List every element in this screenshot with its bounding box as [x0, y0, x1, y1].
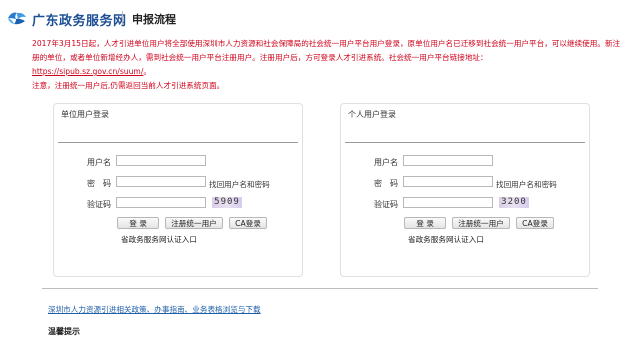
personal-login-panel: 个人用户登录 用户名 密 码 找回用户名和密码 验证码 3200 登 录 注册统… [340, 103, 590, 277]
unit-captcha-input[interactable] [116, 197, 206, 208]
unit-register-button[interactable]: 注册统一用户 [165, 217, 223, 229]
header-divider [122, 11, 123, 25]
brand-name[interactable]: 广东政务服务网 [32, 10, 127, 29]
page-title: 申报流程 [132, 13, 176, 26]
unit-login-panel: 单位用户登录 用户名 密 码 找回用户名和密码 验证码 5909 登 录 注册统… [53, 103, 303, 277]
personal-register-button[interactable]: 注册统一用户 [452, 217, 510, 229]
personal-login-title: 个人用户登录 [348, 110, 396, 119]
personal-captcha-input[interactable] [403, 197, 493, 208]
password-label: 密 码 [374, 179, 398, 188]
unit-login-button[interactable]: 登 录 [117, 217, 159, 229]
suum-link[interactable]: https://sipub.sz.gov.cn/suum/ [32, 67, 143, 76]
notice-link-suffix: 。 [143, 67, 151, 76]
personal-login-button[interactable]: 登 录 [404, 217, 446, 229]
unit-captcha-image[interactable]: 5909 [212, 197, 242, 208]
password-label: 密 码 [87, 179, 111, 188]
site-header: 广东政务服务网 申报流程 [0, 0, 640, 36]
footer-divider [42, 288, 598, 289]
unit-auth-link[interactable]: 省政务服务网认证入口 [121, 234, 197, 245]
notice-text: 2017年3月15日起，人才引进单位用户将全部使用深圳市人力资源和社会保障局的社… [32, 37, 622, 93]
notice-note: 注意，注册统一用户后,仍需返回当前人才引进系统页面。 [32, 81, 225, 90]
unit-username-input[interactable] [116, 155, 206, 166]
captcha-label: 验证码 [87, 200, 111, 209]
unit-login-title: 单位用户登录 [61, 110, 109, 119]
tips-title: 温馨提示 [48, 327, 80, 336]
personal-captcha-image[interactable]: 3200 [499, 197, 529, 208]
notice-paragraph: 2017年3月15日起，人才引进单位用户将全部使用深圳市人力资源和社会保障局的社… [32, 39, 621, 62]
unit-ca-login-button[interactable]: CA登录 [229, 217, 267, 229]
username-label: 用户名 [87, 158, 111, 167]
personal-password-input[interactable] [403, 176, 493, 187]
panel-divider [58, 142, 298, 143]
personal-retrieve-link[interactable]: 找回用户名和密码 [496, 179, 557, 190]
personal-ca-login-button[interactable]: CA登录 [516, 217, 554, 229]
username-label: 用户名 [374, 158, 398, 167]
captcha-label: 验证码 [374, 200, 398, 209]
policy-download-link[interactable]: 深圳市人力资源引进相关政策、办事指南、业务表格浏览与下载 [48, 304, 261, 315]
unit-retrieve-link[interactable]: 找回用户名和密码 [209, 179, 270, 190]
guangdong-gov-logo-icon[interactable] [6, 9, 28, 27]
personal-username-input[interactable] [403, 155, 493, 166]
unit-password-input[interactable] [116, 176, 206, 187]
panel-divider [345, 142, 585, 143]
personal-auth-link[interactable]: 省政务服务网认证入口 [408, 234, 484, 245]
